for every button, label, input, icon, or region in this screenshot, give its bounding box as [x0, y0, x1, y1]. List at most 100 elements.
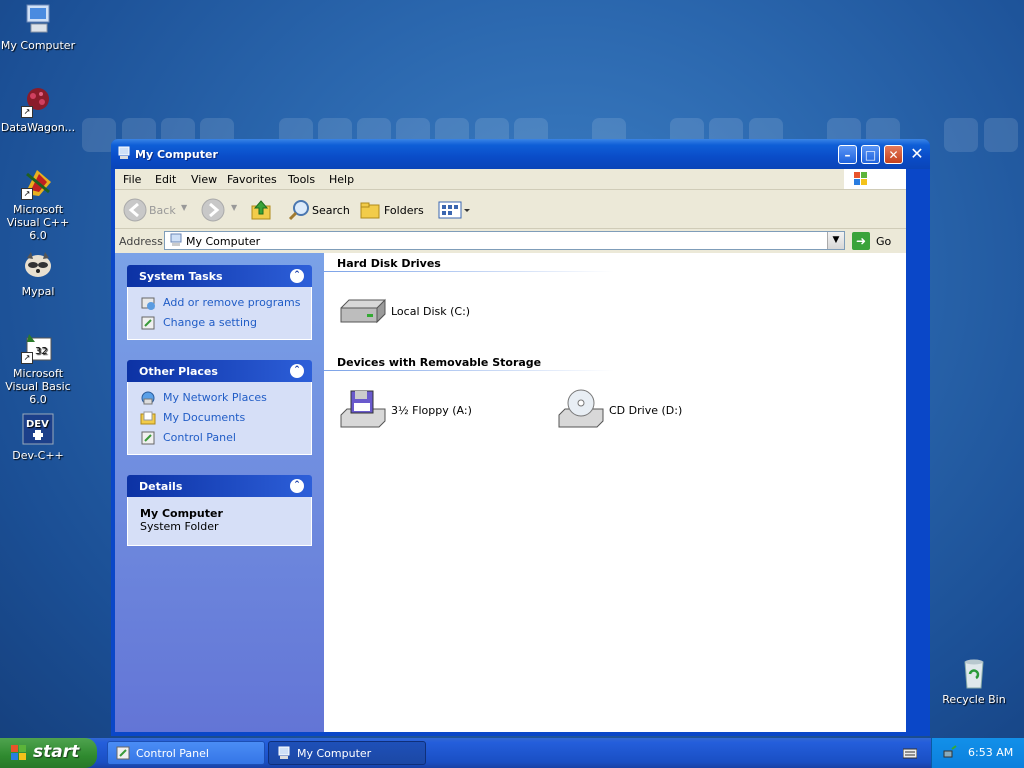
- desktop-icon-label: Microsoft Visual Basic 6.0: [5, 367, 71, 406]
- taskbar-item-my-computer[interactable]: My Computer: [268, 741, 426, 765]
- menu-view[interactable]: View: [191, 173, 217, 186]
- details-panel: Details ⌃ My Computer System Folder: [127, 475, 312, 546]
- desktop-icon-mypal[interactable]: Mypal: [0, 248, 78, 298]
- mypal-raccoon-icon: [21, 248, 55, 282]
- documents-folder-icon: [140, 410, 156, 426]
- go-button[interactable]: Go: [876, 235, 891, 248]
- back-button[interactable]: Back: [149, 204, 176, 217]
- system-tray: 6:53 AM: [931, 738, 1024, 768]
- menu-tools[interactable]: Tools: [288, 173, 315, 186]
- drive-label: CD Drive (D:): [609, 404, 683, 417]
- folder-content: Hard Disk Drives Local Disk (C:) Devices…: [324, 253, 906, 732]
- shortcut-arrow-icon: ↗: [21, 106, 33, 118]
- system-tasks-header[interactable]: System Tasks ⌃: [127, 265, 312, 287]
- go-arrow-icon[interactable]: ➜: [852, 232, 870, 250]
- folders-icon[interactable]: [358, 198, 382, 225]
- close-button[interactable]: ✕: [884, 145, 903, 164]
- menu-help[interactable]: Help: [329, 173, 354, 186]
- link-label: My Documents: [163, 411, 246, 424]
- details-name: My Computer: [140, 507, 223, 520]
- network-tray-icon[interactable]: [942, 745, 958, 764]
- control-panel-icon: [140, 315, 156, 331]
- visual-cpp-icon: ↗: [21, 166, 55, 200]
- desktop-icon-visual-basic[interactable]: 32 ↗ Microsoft Visual Basic 6.0: [0, 330, 78, 406]
- hard-disk-group-title: Hard Disk Drives: [337, 257, 441, 270]
- control-panel-link[interactable]: Control Panel: [128, 428, 311, 448]
- link-label: Change a setting: [163, 316, 257, 329]
- network-places-icon: [140, 390, 156, 406]
- taskbar-item-label: Control Panel: [136, 747, 209, 760]
- shortcut-arrow-icon: ↗: [21, 188, 33, 200]
- taskbar-item-label: My Computer: [297, 747, 372, 760]
- menu-edit[interactable]: Edit: [155, 173, 176, 186]
- back-icon[interactable]: [123, 198, 147, 225]
- search-button[interactable]: Search: [312, 204, 350, 217]
- computer-icon: [277, 746, 291, 760]
- taskbar-item-control-panel[interactable]: Control Panel: [107, 741, 265, 765]
- link-label: Control Panel: [163, 431, 236, 444]
- drive-label: Local Disk (C:): [391, 305, 471, 318]
- my-computer-window[interactable]: My Computer – □ ✕ ✕ File Edit View Favor…: [111, 139, 930, 736]
- clock[interactable]: 6:53 AM: [968, 746, 1013, 759]
- desktop-icon-recycle-bin[interactable]: Recycle Bin: [934, 656, 1014, 706]
- group-divider: [324, 370, 614, 371]
- window-titlebar[interactable]: My Computer – □ ✕ ✕: [111, 139, 930, 169]
- computer-icon: [169, 233, 183, 250]
- forward-icon[interactable]: [201, 198, 225, 225]
- menu-favorites[interactable]: Favorites: [227, 173, 277, 186]
- desktop-icon-label: DataWagon...: [0, 121, 76, 134]
- add-remove-programs-link[interactable]: Add or remove programs: [128, 293, 311, 313]
- views-icon[interactable]: [437, 198, 471, 225]
- cd-drive-icon: [557, 387, 605, 435]
- hard-drive-icon: [339, 288, 387, 336]
- up-folder-icon[interactable]: [249, 198, 273, 225]
- start-button[interactable]: start: [0, 738, 97, 768]
- desktop-icon-my-computer[interactable]: My Computer: [0, 2, 78, 52]
- group-divider: [324, 271, 614, 272]
- close-icon[interactable]: ✕: [908, 145, 926, 163]
- recycle-bin-icon: [957, 656, 991, 690]
- keyboard-icon[interactable]: [902, 747, 918, 762]
- back-dropdown-icon[interactable]: ▼: [181, 203, 187, 212]
- windows-logo-icon: [10, 744, 28, 762]
- address-dropdown-icon[interactable]: ▼: [827, 232, 844, 249]
- search-icon[interactable]: [287, 198, 311, 225]
- my-documents-link[interactable]: My Documents: [128, 408, 311, 428]
- datawagon-icon: ↗: [21, 84, 55, 118]
- desktop-icon-label: My Computer: [0, 39, 76, 52]
- shortcut-arrow-icon: ↗: [21, 352, 33, 364]
- link-label: Add or remove programs: [163, 296, 301, 309]
- folders-button[interactable]: Folders: [384, 204, 424, 217]
- collapse-chevron-icon[interactable]: ⌃: [290, 479, 304, 493]
- desktop-icon-dev-cpp[interactable]: DEV Dev-C++: [0, 412, 78, 462]
- collapse-chevron-icon[interactable]: ⌃: [290, 364, 304, 378]
- add-remove-programs-icon: [140, 295, 156, 311]
- address-bar: Address My Computer ▼ ➜ Go: [115, 229, 906, 253]
- task-pane: System Tasks ⌃ Add or remove programs Ch…: [115, 253, 324, 732]
- removable-group-title: Devices with Removable Storage: [337, 356, 542, 369]
- address-input[interactable]: My Computer ▼: [164, 231, 845, 250]
- maximize-button[interactable]: □: [861, 145, 880, 164]
- collapse-chevron-icon[interactable]: ⌃: [290, 269, 304, 283]
- other-places-header[interactable]: Other Places ⌃: [127, 360, 312, 382]
- forward-dropdown-icon[interactable]: ▼: [231, 203, 237, 212]
- other-places-title: Other Places: [139, 365, 218, 378]
- control-panel-icon: [116, 746, 130, 760]
- desktop-icon-label: Dev-C++: [12, 449, 64, 462]
- desktop-icon-datawagon[interactable]: ↗ DataWagon...: [0, 84, 78, 134]
- change-setting-link[interactable]: Change a setting: [128, 313, 311, 333]
- system-tasks-title: System Tasks: [139, 270, 223, 283]
- control-panel-icon: [140, 430, 156, 446]
- window-title: My Computer: [135, 148, 218, 161]
- menu-file[interactable]: File: [123, 173, 141, 186]
- taskbar: start Control Panel My Computer 6:53 AM: [0, 738, 1024, 768]
- start-label: start: [33, 742, 80, 762]
- details-header[interactable]: Details ⌃: [127, 475, 312, 497]
- desktop-icon-visual-cpp[interactable]: ↗ Microsoft Visual C++ 6.0: [0, 166, 78, 242]
- system-tasks-panel: System Tasks ⌃ Add or remove programs Ch…: [127, 265, 312, 340]
- dev-cpp-icon: DEV: [21, 412, 55, 446]
- link-label: My Network Places: [163, 391, 267, 404]
- window-body: File Edit View Favorites Tools Help Back…: [115, 169, 906, 732]
- minimize-button[interactable]: –: [838, 145, 857, 164]
- my-network-places-link[interactable]: My Network Places: [128, 388, 311, 408]
